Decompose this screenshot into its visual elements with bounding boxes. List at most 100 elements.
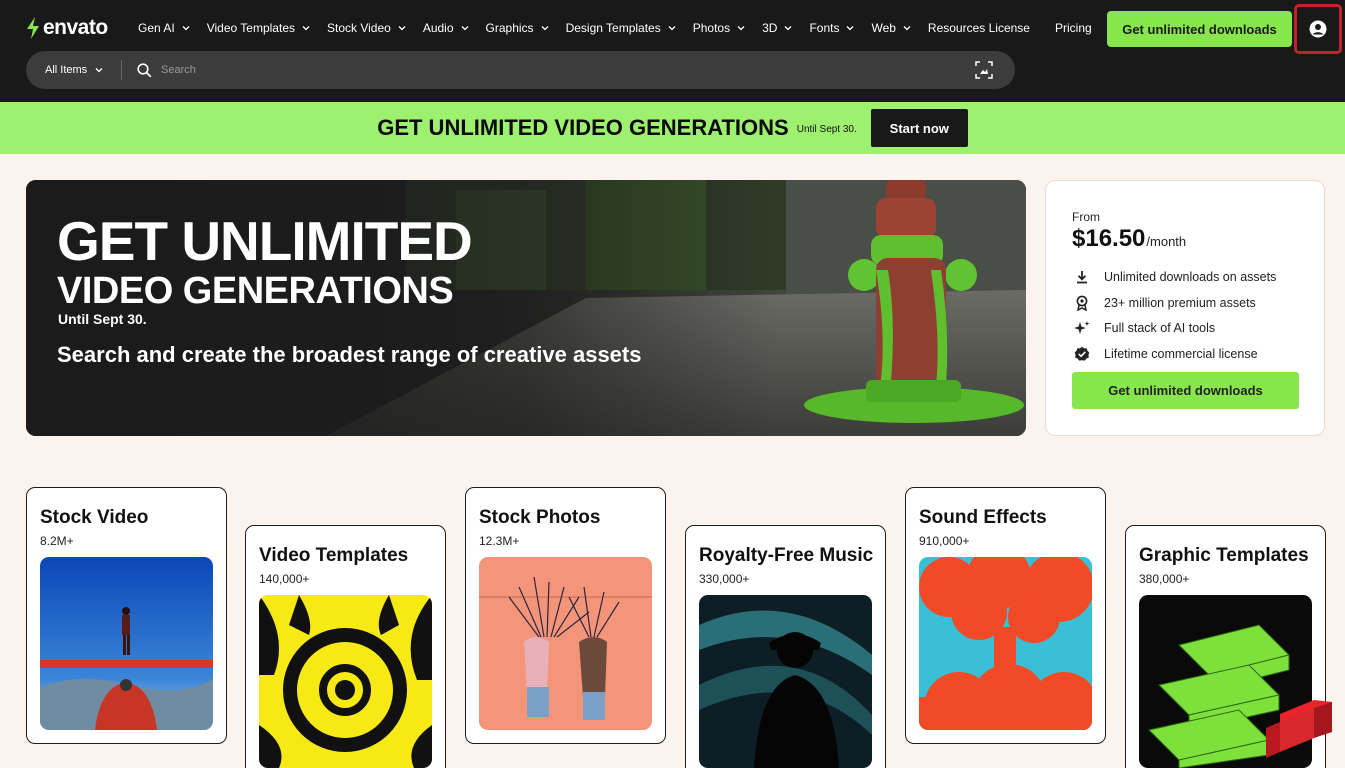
category-count: 8.2M+ [40,534,74,548]
nav-stock-video[interactable]: Stock Video [327,20,406,36]
nav-label: Fonts [809,21,840,35]
category-count: 380,000+ [1139,572,1190,586]
nav-label: Pricing [1054,21,1092,35]
hero-tagline: Search and create the broadest range of … [57,342,642,367]
chevron-down-icon [95,68,103,73]
hero-until: Until Sept 30. [58,311,147,327]
chevron-down-icon [846,26,854,31]
nav-gen-ai[interactable]: Gen AI [138,20,190,36]
hero-banner[interactable]: GET UNLIMITED VIDEO GENERATIONS Until Se… [26,180,1026,436]
image-search-icon[interactable] [975,61,993,79]
nav-label: Design Templates [565,21,661,35]
user-account-button[interactable] [1294,4,1342,54]
chevron-down-icon [541,26,549,31]
envato-leaf-icon [27,17,39,39]
corner-watermark-logo [1266,700,1332,758]
category-image [919,557,1092,730]
nav-design-templates[interactable]: Design Templates [566,20,676,36]
chevron-down-icon [784,26,792,31]
search-bar: All Items [26,51,1015,89]
user-account-icon [1309,20,1327,38]
nav-graphics[interactable]: Graphics [486,20,549,36]
nav-label: Photos [692,21,731,35]
category-image [259,595,432,768]
chevron-down-icon [668,26,676,31]
logo-text: envato [43,16,108,39]
feature-label: Lifetime commercial license [1104,346,1258,361]
pricing-features: Unlimited downloads on assets 23+ millio… [1074,264,1276,367]
category-card-royalty-free-music[interactable]: Royalty-Free Music 330,000+ [685,525,886,768]
chevron-down-icon [461,26,468,31]
category-count: 140,000+ [259,572,310,586]
feature-label: Unlimited downloads on assets [1104,269,1277,284]
category-card-stock-photos[interactable]: Stock Photos 12.3M+ [465,487,666,744]
category-title: Graphic Templates [1139,545,1309,566]
pricing-from-label: From [1072,210,1100,224]
category-card-sound-effects[interactable]: Sound Effects 910,000+ [905,487,1106,744]
nav-3d[interactable]: 3D [762,20,792,36]
category-image [699,595,872,768]
nav-pricing[interactable]: Pricing [1055,20,1092,36]
nav-photos[interactable]: Photos [693,20,745,36]
feature-item: Lifetime commercial license [1074,341,1276,367]
category-count: 12.3M+ [479,534,520,548]
pricing-card: From $16.50 /month Unlimited downloads o… [1045,180,1325,436]
category-title: Stock Photos [479,507,601,528]
nav-label: Stock Video [327,21,391,35]
promo-title: GET UNLIMITED VIDEO GENERATIONS [377,115,789,140]
price-period: /month [1146,234,1187,249]
nav-label: Gen AI [138,21,175,35]
search-icon [137,62,152,77]
hero-subheadline: VIDEO GENERATIONS [57,270,454,312]
search-input[interactable] [161,64,941,76]
chevron-down-icon [903,26,911,31]
nav-label: 3D [762,21,778,35]
nav-label: Graphics [485,21,534,35]
category-title: Royalty-Free Music [699,545,874,566]
main-nav: Gen AI Video Templates Stock Video Audio… [138,20,1109,36]
feature-item: 23+ million premium assets [1074,290,1276,316]
search-field-wrap [137,62,941,78]
get-unlimited-downloads-button[interactable]: Get unlimited downloads [1107,11,1292,47]
category-card-stock-video[interactable]: Stock Video 8.2M+ [26,487,227,744]
nav-label: Web [871,21,896,35]
category-title: Stock Video [40,507,149,528]
category-card-video-templates[interactable]: Video Templates 140,000+ [245,525,446,768]
nav-label: Audio [422,21,454,35]
nav-label: Resources License [927,21,1030,35]
pricing-price: $16.50 /month [1072,225,1186,253]
promo-subtitle: Until Sept 30. [796,123,857,135]
check-badge-icon [1074,346,1090,361]
nav-fonts[interactable]: Fonts [809,20,854,36]
category-select[interactable]: All Items [26,64,121,76]
envato-logo[interactable]: envato [26,15,108,41]
top-header: envato Gen AI Video Templates Stock Vide… [0,0,1345,102]
category-select-label: All Items [45,64,88,76]
chevron-down-icon [302,26,310,31]
price-amount: $16.50 [1072,225,1146,252]
feature-label: Full stack of AI tools [1104,321,1216,336]
start-now-button[interactable]: Start now [870,109,968,147]
chevron-down-icon [182,26,190,31]
promo-banner: GET UNLIMITED VIDEO GENERATIONS Until Se… [0,102,1345,154]
category-title: Video Templates [259,545,409,566]
pricing-get-unlimited-button[interactable]: Get unlimited downloads [1072,372,1299,409]
hero-headline: GET UNLIMITED [57,210,473,272]
feature-label: 23+ million premium assets [1104,295,1256,310]
nav-web[interactable]: Web [871,20,911,36]
chevron-down-icon [398,26,406,31]
nav-resources-license[interactable]: Resources License [928,20,1030,36]
nav-video-templates[interactable]: Video Templates [207,20,310,36]
sparkle-icon [1074,321,1090,335]
feature-item: Full stack of AI tools [1074,315,1276,341]
nav-audio[interactable]: Audio [423,20,469,36]
category-image [479,557,652,730]
feature-item: Unlimited downloads on assets [1074,264,1276,290]
category-title: Sound Effects [919,507,1047,528]
category-image [40,557,213,730]
search-divider [121,60,122,80]
award-icon [1076,295,1088,311]
nav-label: Video Templates [206,21,295,35]
chevron-down-icon [737,26,745,31]
category-count: 910,000+ [919,534,970,548]
